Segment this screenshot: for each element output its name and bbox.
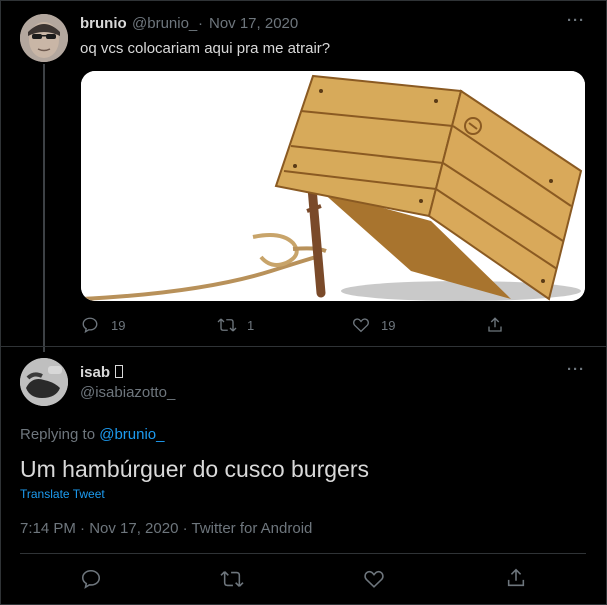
author-name[interactable]: isab <box>80 364 110 381</box>
reply-button[interactable]: 19 <box>81 316 125 334</box>
share-button[interactable] <box>486 316 504 334</box>
share-icon <box>507 568 525 587</box>
retweet-button[interactable]: 1 <box>217 316 254 334</box>
like-count: 19 <box>381 317 396 333</box>
replying-to-prefix: Replying to <box>20 426 100 443</box>
replying-to-handle[interactable]: @brunio_ <box>99 426 164 443</box>
reply-count: 19 <box>111 317 126 333</box>
thread-connector-line <box>43 64 45 352</box>
reply-icon <box>81 569 101 589</box>
reply-icon <box>82 317 98 334</box>
heart-icon <box>353 318 369 333</box>
tweet-divider <box>1 346 606 347</box>
emoji-glyph <box>115 365 123 378</box>
share-icon <box>488 317 502 332</box>
retweet-icon <box>220 571 244 587</box>
retweet-button[interactable] <box>220 568 244 590</box>
author-handle[interactable]: @brunio_ <box>132 15 197 32</box>
reply-text: Um hambúrguer do cusco burgers <box>20 456 369 482</box>
more-icon[interactable]: ··· <box>567 12 585 29</box>
share-button[interactable] <box>505 567 527 589</box>
reply-button[interactable] <box>80 568 102 590</box>
more-icon[interactable]: ··· <box>567 361 585 378</box>
tweet-text: oq vcs colocariam aqui pra me atrair? <box>80 40 331 57</box>
retweet-count: 1 <box>247 317 255 333</box>
author-handle[interactable]: @isabiazotto_ <box>80 384 175 401</box>
translate-tweet-link[interactable]: Translate Tweet <box>20 487 105 501</box>
box-trap-image <box>81 71 585 301</box>
tweet-divider <box>20 553 586 554</box>
author-name[interactable]: brunio <box>80 15 127 32</box>
heart-icon <box>364 570 384 588</box>
replying-to: Replying to @brunio_ <box>20 426 165 443</box>
tweet-timestamp[interactable]: 7:14 PM · Nov 17, 2020 · Twitter for And… <box>20 520 312 537</box>
avatar[interactable] <box>20 358 68 406</box>
avatar[interactable] <box>20 14 68 62</box>
like-button[interactable] <box>363 568 385 590</box>
retweet-icon <box>217 318 237 332</box>
meta-separator: · <box>198 15 203 32</box>
like-button[interactable]: 19 <box>352 316 395 334</box>
tweet-date[interactable]: Nov 17, 2020 <box>209 15 298 32</box>
tweet-media-image[interactable] <box>81 71 585 301</box>
